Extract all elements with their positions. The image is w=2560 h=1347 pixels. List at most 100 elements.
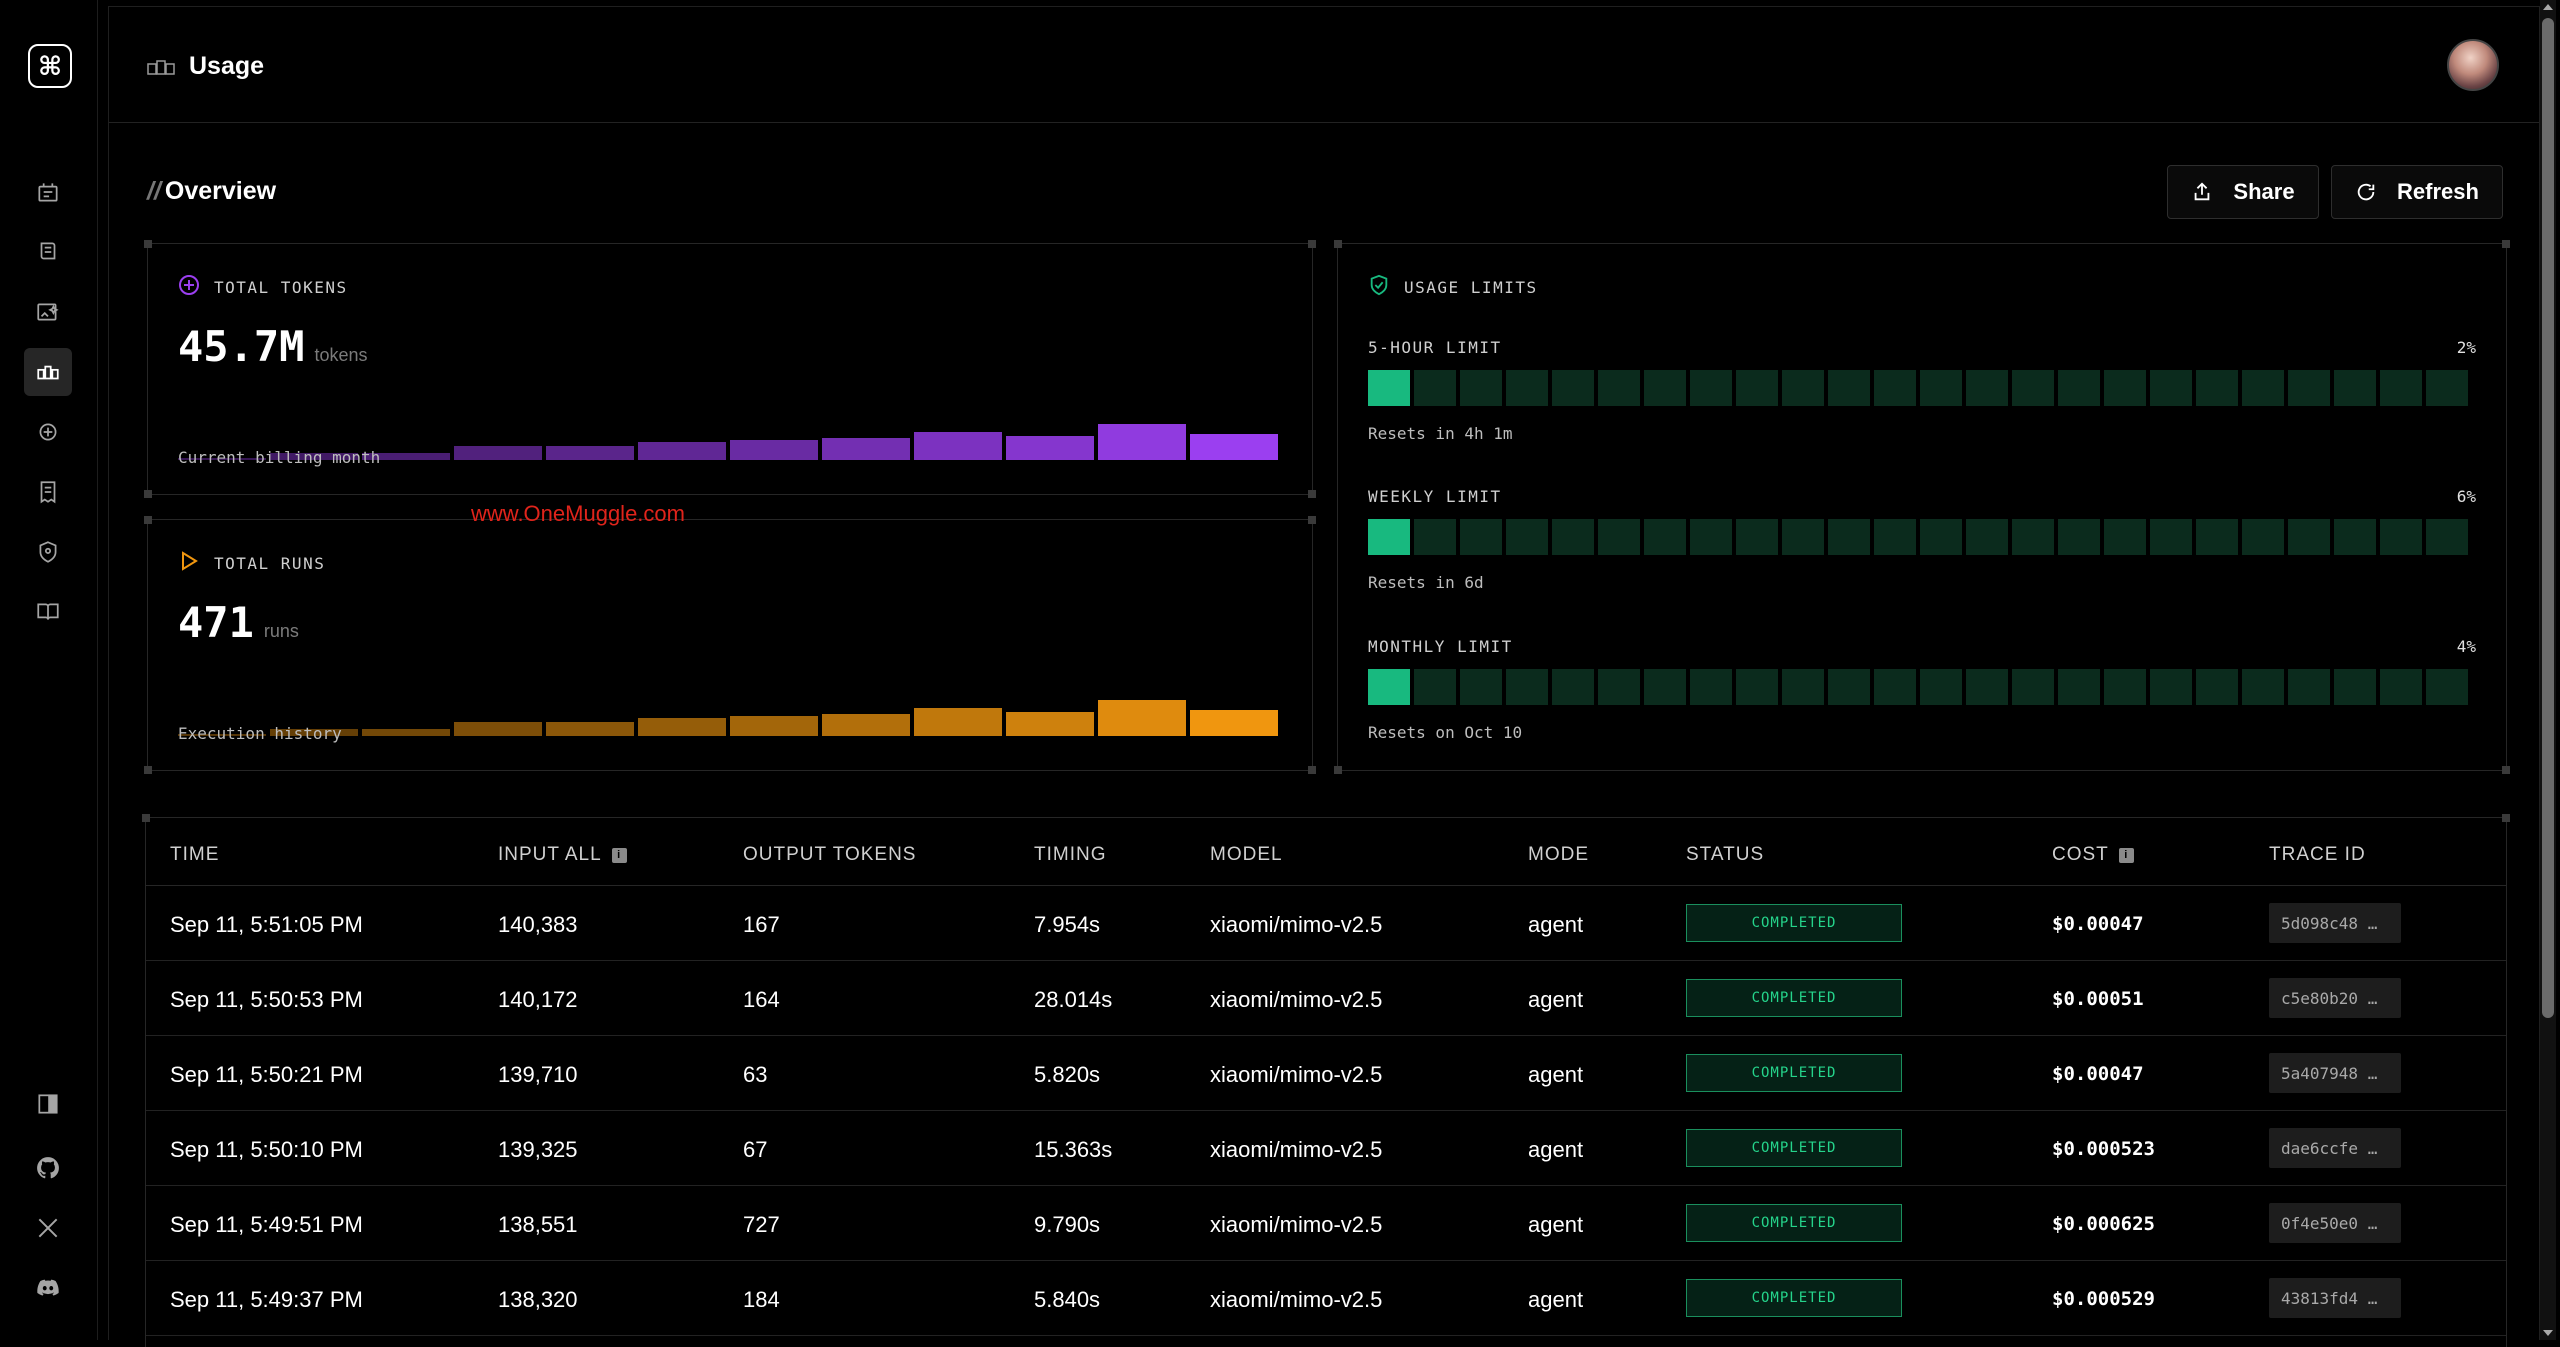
security-nav-icon[interactable]	[24, 528, 72, 576]
row-output-tokens: 67	[743, 1137, 767, 1163]
scrollbar-thumb[interactable]	[2542, 18, 2554, 1018]
limit-label: MONTHLY LIMIT	[1368, 637, 1513, 656]
col-input-all[interactable]: INPUT ALLi	[498, 844, 627, 866]
table-row[interactable]: Sep 11, 5:50:21 PM139,710635.820sxiaomi/…	[146, 1036, 2506, 1111]
limit-segment	[2334, 370, 2376, 406]
trace-id-chip[interactable]: 43813fd4 …	[2269, 1278, 2401, 1318]
x-twitter-icon[interactable]	[24, 1204, 72, 1252]
trend-bar	[454, 722, 542, 736]
trend-bar	[638, 718, 726, 736]
row-time: Sep 11, 5:51:05 PM	[170, 912, 363, 938]
table-row[interactable]: Sep 11, 5:49:51 PM138,5517279.790sxiaomi…	[146, 1186, 2506, 1261]
overview-heading: //Overview	[147, 177, 276, 206]
limit-segment	[1598, 370, 1640, 406]
limit-segment	[2058, 370, 2100, 406]
limit-segment	[2012, 669, 2054, 705]
col-output-tokens[interactable]: OUTPUT TOKENS	[743, 844, 916, 866]
usage-page-icon	[147, 57, 175, 82]
row-model: xiaomi/mimo-v2.5	[1210, 1062, 1382, 1088]
limit-segment	[2104, 669, 2146, 705]
trend-bar	[1098, 424, 1186, 460]
trace-id-chip[interactable]: c5e80b20 …	[2269, 978, 2401, 1018]
billing-nav-icon[interactable]	[24, 468, 72, 516]
row-input-all: 140,172	[498, 987, 578, 1013]
user-avatar[interactable]	[2447, 39, 2499, 91]
col-cost[interactable]: COSTi	[2052, 844, 2134, 866]
runs-caption: Execution history	[178, 724, 342, 743]
docs-book-nav-icon[interactable]	[24, 588, 72, 636]
limit-segment	[2058, 519, 2100, 555]
row-input-all: 138,551	[498, 1212, 578, 1238]
limit-segment	[1368, 519, 1410, 555]
table-row[interactable]: Sep 11, 5:49:37 PM138,3201845.840sxiaomi…	[146, 1261, 2506, 1336]
limit-segment	[1506, 370, 1548, 406]
table-row[interactable]: Sep 11, 5:51:05 PM140,3831677.954sxiaomi…	[146, 886, 2506, 961]
limit-segment	[1874, 669, 1916, 705]
limit-segment	[1920, 370, 1962, 406]
trace-id-chip[interactable]: 0f4e50e0 …	[2269, 1203, 2401, 1243]
limit-segment	[1368, 370, 1410, 406]
discord-icon[interactable]	[24, 1264, 72, 1312]
table-row[interactable]: Sep 11, 5:50:10 PM139,3256715.363sxiaomi…	[146, 1111, 2506, 1186]
col-mode[interactable]: MODE	[1528, 844, 1589, 866]
collapse-sidebar-icon[interactable]	[24, 1080, 72, 1128]
runs-nav-icon[interactable]	[24, 168, 72, 216]
sparkle-image-nav-icon[interactable]	[24, 288, 72, 336]
trend-bar	[730, 440, 818, 460]
limit-segment	[2242, 370, 2284, 406]
total-tokens-card: TOTAL TOKENS 45.7Mtokens Current billing…	[147, 243, 1313, 495]
row-model: xiaomi/mimo-v2.5	[1210, 1212, 1382, 1238]
table-header: TIME INPUT ALLi OUTPUT TOKENS TIMING MOD…	[146, 818, 2506, 886]
limit-segment	[2288, 519, 2330, 555]
limit-segment	[1828, 370, 1870, 406]
trace-id-chip[interactable]: dae6ccfe …	[2269, 1128, 2401, 1168]
tokens-plus-icon	[178, 274, 200, 296]
row-mode: agent	[1528, 987, 1583, 1013]
trace-id-chip[interactable]: 5d098c48 …	[2269, 903, 2401, 943]
trend-bar	[822, 438, 910, 460]
limit-segment	[1736, 370, 1778, 406]
limit-segment	[2380, 669, 2422, 705]
page-title: Usage	[189, 52, 264, 81]
limit-segment	[1552, 370, 1594, 406]
row-output-tokens: 167	[743, 912, 780, 938]
limit-segment	[1552, 669, 1594, 705]
row-cost: $0.00047	[2052, 1063, 2144, 1085]
trend-bar	[822, 714, 910, 736]
col-status[interactable]: STATUS	[1686, 844, 1764, 866]
row-mode: agent	[1528, 912, 1583, 938]
limit-segment	[2012, 370, 2054, 406]
limit-segment	[2334, 519, 2376, 555]
github-icon[interactable]	[24, 1144, 72, 1192]
row-model: xiaomi/mimo-v2.5	[1210, 1287, 1382, 1313]
app-logo[interactable]: ⌘	[28, 44, 72, 88]
trend-bar	[730, 716, 818, 736]
refresh-button[interactable]: Refresh	[2331, 165, 2503, 219]
limit-segment	[1506, 519, 1548, 555]
trace-id-chip[interactable]: 5a407948 …	[2269, 1053, 2401, 1093]
col-time[interactable]: TIME	[170, 844, 219, 866]
tools-nav-icon[interactable]	[24, 228, 72, 276]
row-output-tokens: 727	[743, 1212, 780, 1238]
info-icon[interactable]: i	[2119, 848, 2134, 863]
scroll-up-arrow[interactable]	[2543, 4, 2553, 10]
table-row[interactable]: Sep 11, 5:50:53 PM140,17216428.014sxiaom…	[146, 961, 2506, 1036]
scroll-down-arrow[interactable]	[2543, 1330, 2553, 1336]
limit-resets: Resets on Oct 10	[1368, 723, 1522, 742]
limit-segment	[1920, 669, 1962, 705]
status-badge: COMPLETED	[1686, 979, 1902, 1017]
limit-segment	[1690, 669, 1732, 705]
usage-nav-icon[interactable]	[24, 348, 72, 396]
info-icon[interactable]: i	[612, 848, 627, 863]
limit-segment	[1460, 669, 1502, 705]
limit-segment	[2150, 669, 2192, 705]
col-trace-id[interactable]: TRACE ID	[2269, 844, 2366, 866]
share-button[interactable]: Share	[2167, 165, 2319, 219]
limit-segment	[1368, 669, 1410, 705]
col-timing[interactable]: TIMING	[1034, 844, 1107, 866]
limit-segment	[1690, 519, 1732, 555]
limit-segment	[1414, 519, 1456, 555]
limit-segment	[2196, 519, 2238, 555]
col-model[interactable]: MODEL	[1210, 844, 1283, 866]
integrations-nav-icon[interactable]	[24, 408, 72, 456]
